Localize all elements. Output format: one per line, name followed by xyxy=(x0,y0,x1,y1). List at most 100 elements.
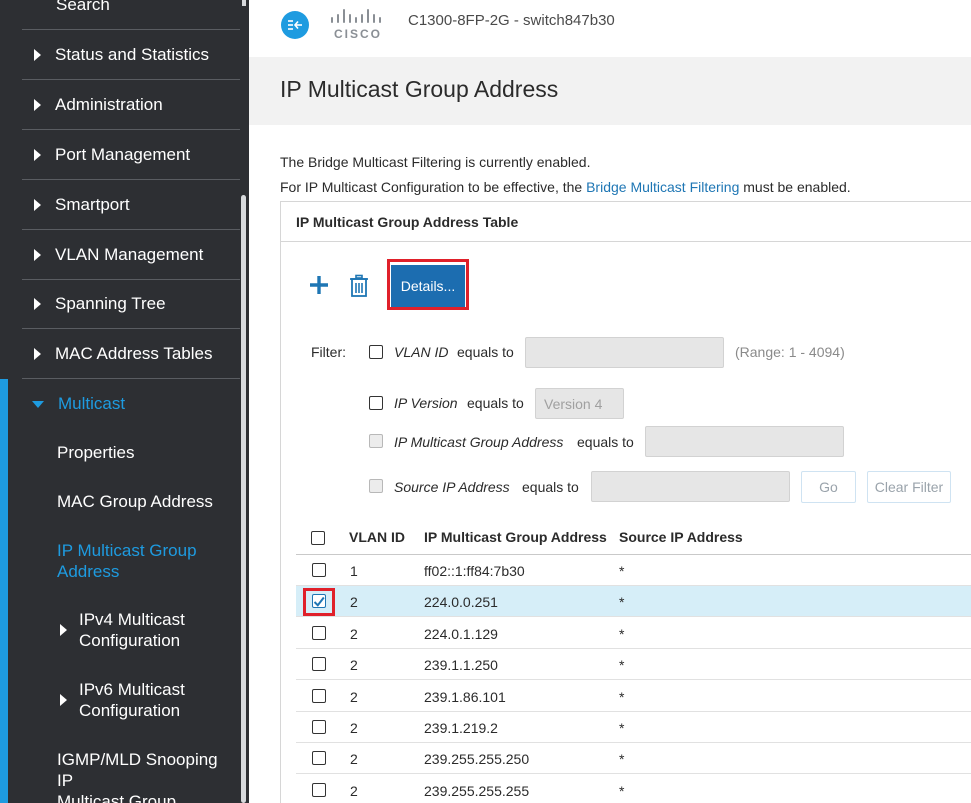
sidebar-item-label: Status and Statistics xyxy=(55,44,210,64)
filter-vlan-checkbox[interactable] xyxy=(369,345,383,359)
highlight-box-row-checkbox xyxy=(303,588,335,616)
bridge-multicast-filtering-link[interactable]: Bridge Multicast Filtering xyxy=(586,179,739,195)
sidebar-subitem-label: Configuration xyxy=(79,631,181,650)
table-row[interactable]: 2 224.0.1.129 * xyxy=(296,618,971,649)
cell-group-address: ff02::1:ff84:7b30 xyxy=(424,563,525,579)
add-icon[interactable] xyxy=(308,274,330,296)
sidebar-active-indicator xyxy=(0,379,8,803)
filter-ipversion-select[interactable]: Version 4 xyxy=(535,388,624,419)
cell-vlan-id: 2 xyxy=(350,720,358,736)
page-title-bar: IP Multicast Group Address xyxy=(249,57,971,125)
filter-vlan-label: VLAN ID xyxy=(394,344,449,360)
caret-right-icon xyxy=(34,48,41,61)
cell-group-address: 239.1.1.250 xyxy=(424,657,498,674)
filter-label: Filter: xyxy=(311,344,346,360)
config-message: For IP Multicast Configuration to be eff… xyxy=(280,179,851,195)
row-checkbox[interactable] xyxy=(312,720,326,734)
sidebar-item-label: Spanning Tree xyxy=(55,293,166,313)
page-title: IP Multicast Group Address xyxy=(280,76,559,102)
sidebar-subitem-mac-group-address[interactable]: MAC Group Address xyxy=(57,491,237,512)
filter-ipversion-checkbox[interactable] xyxy=(369,396,383,410)
sidebar-item-label: Smartport xyxy=(55,194,130,214)
row-checkbox[interactable] xyxy=(312,657,326,672)
sidebar-item-mac-address-tables[interactable]: MAC Address Tables xyxy=(22,329,240,379)
cell-vlan-id: 2 xyxy=(350,594,358,611)
sidebar-item-vlan-management[interactable]: VLAN Management xyxy=(22,230,240,280)
highlight-box-details xyxy=(387,259,469,310)
filter-source-checkbox[interactable] xyxy=(369,479,383,493)
filter-vlan-input[interactable] xyxy=(525,337,724,368)
column-header-vlan-id: VLAN ID xyxy=(349,529,405,545)
table-panel-header: IP Multicast Group Address Table xyxy=(281,202,971,242)
cell-group-address: 239.1.219.2 xyxy=(424,720,498,736)
sidebar-subitem-label: IGMP/MLD Snooping IP xyxy=(57,750,218,790)
sidebar-subitem-ip-multicast-group-address[interactable]: IP Multicast Group Address xyxy=(57,540,237,582)
table-row[interactable]: 2 239.255.255.250 * xyxy=(296,743,971,775)
sidebar-subitem-label: IP Multicast Group xyxy=(57,541,197,560)
table-row[interactable]: 2 239.1.219.2 * xyxy=(296,712,971,743)
sidebar-item-status-and-statistics[interactable]: Status and Statistics xyxy=(22,30,240,80)
filter-vlan-op: equals to xyxy=(457,344,514,360)
cell-group-address: 239.255.255.255 xyxy=(424,782,530,799)
filter-vlan-range-hint: (Range: 1 - 4094) xyxy=(735,344,845,360)
caret-right-icon xyxy=(34,347,41,360)
caret-right-icon xyxy=(34,98,41,111)
config-message-prefix: For IP Multicast Configuration to be eff… xyxy=(280,179,587,195)
row-checkbox[interactable] xyxy=(312,625,326,640)
sidebar-item-spanning-tree[interactable]: Spanning Tree xyxy=(22,279,240,329)
cell-vlan-id: 2 xyxy=(350,625,358,642)
cell-vlan-id: 2 xyxy=(350,688,358,705)
sidebar-scrollbar[interactable] xyxy=(241,195,246,803)
cell-source-ip: * xyxy=(619,625,625,642)
filter-ipversion-label: IP Version xyxy=(394,395,458,411)
sidebar-subitem-properties[interactable]: Properties xyxy=(57,442,237,463)
go-button[interactable]: Go xyxy=(801,471,856,503)
sidebar-item-label: Multicast xyxy=(58,394,126,413)
collapse-menu-button[interactable] xyxy=(281,11,309,39)
filter-group-op: equals to xyxy=(577,434,634,450)
sidebar-item-administration[interactable]: Administration xyxy=(22,80,240,130)
sidebar-item-search[interactable]: Search xyxy=(22,0,240,30)
sidebar-subitem-label: Configuration xyxy=(79,701,181,720)
caret-right-icon xyxy=(34,198,41,211)
row-checkbox[interactable] xyxy=(312,563,326,577)
row-checkbox[interactable] xyxy=(312,751,326,766)
cell-group-address: 224.0.0.251 xyxy=(424,594,498,611)
filter-group-input[interactable] xyxy=(645,426,844,457)
cell-source-ip: * xyxy=(619,782,625,799)
collapse-arrow-icon xyxy=(288,20,302,30)
sidebar-subitem-label: Multicast Group xyxy=(57,792,177,803)
table-row[interactable]: 2 239.1.86.101 * xyxy=(296,681,971,712)
sidebar-item-label: MAC Address Tables xyxy=(55,343,213,363)
sidebar-item-multicast[interactable]: Multicast xyxy=(22,379,240,429)
caret-right-icon xyxy=(34,297,41,310)
table-row[interactable]: 2 239.1.1.250 * xyxy=(296,649,971,681)
table-panel-title: IP Multicast Group Address Table xyxy=(296,214,519,230)
clear-filter-button[interactable]: Clear Filter xyxy=(867,471,951,503)
sidebar-item-smartport[interactable]: Smartport xyxy=(22,180,240,230)
delete-trash-icon[interactable] xyxy=(348,274,370,298)
table-row[interactable]: 1 ff02::1:ff84:7b30 * xyxy=(296,555,971,586)
sidebar-scrollbar-top[interactable] xyxy=(242,0,246,6)
filter-source-label: Source IP Address xyxy=(394,479,510,495)
filter-group-checkbox[interactable] xyxy=(369,434,383,448)
row-checkbox[interactable] xyxy=(312,782,326,797)
table-row[interactable]: 2 224.0.0.251 * xyxy=(296,586,971,618)
sidebar-subitem-ipv6-multicast-configuration[interactable]: IPv6 Multicast Configuration xyxy=(60,679,240,721)
table-row[interactable]: 2 239.255.255.255 * xyxy=(296,775,971,803)
sidebar-item-label: Port Management xyxy=(55,144,191,164)
filter-group-label: IP Multicast Group Address xyxy=(394,434,564,450)
column-header-source-ip: Source IP Address xyxy=(619,529,743,545)
sidebar: Search Status and Statistics Administrat… xyxy=(0,0,249,803)
cell-vlan-id: 2 xyxy=(350,657,358,674)
select-all-checkbox[interactable] xyxy=(311,531,325,545)
cell-vlan-id: 2 xyxy=(350,782,358,799)
top-header: CISCO C1300-8FP-2G - switch847b30 xyxy=(249,0,971,57)
sidebar-subitem-igmp-mld-snooping[interactable]: IGMP/MLD Snooping IP Multicast Group xyxy=(57,749,237,803)
cell-source-ip: * xyxy=(619,657,625,674)
filter-source-input[interactable] xyxy=(591,471,790,502)
row-checkbox[interactable] xyxy=(312,688,326,703)
sidebar-subitem-label: IPv4 Multicast xyxy=(79,610,185,629)
sidebar-item-port-management[interactable]: Port Management xyxy=(22,130,240,180)
sidebar-subitem-ipv4-multicast-configuration[interactable]: IPv4 Multicast Configuration xyxy=(60,609,240,651)
